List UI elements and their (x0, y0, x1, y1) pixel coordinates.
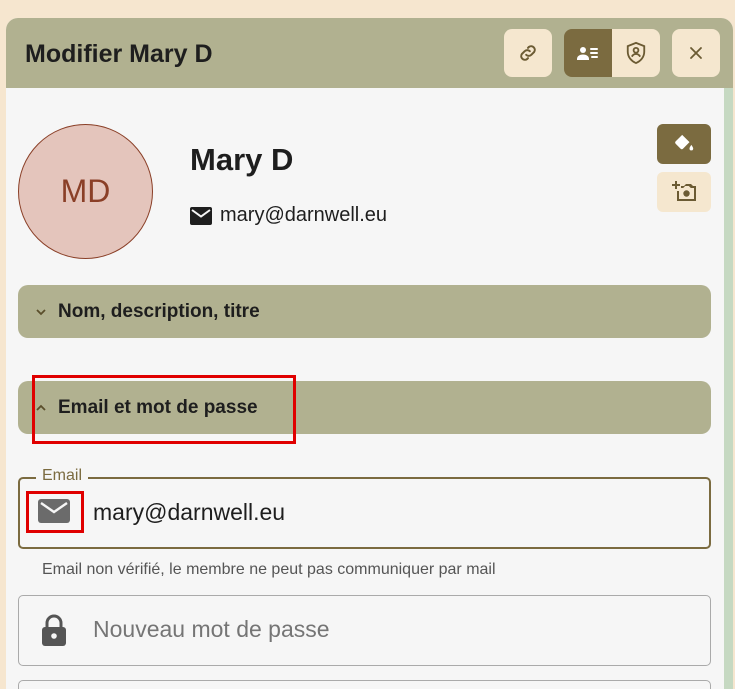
section-label: Email et mot de passe (58, 396, 258, 418)
change-color-button[interactable] (657, 124, 711, 164)
chevron-up-icon (36, 404, 46, 411)
contact-card-icon (577, 47, 598, 60)
mail-icon (38, 499, 70, 528)
confirm-password-field[interactable] (18, 680, 711, 689)
mail-icon (190, 206, 212, 225)
new-password-input[interactable] (93, 616, 653, 643)
lock-icon (40, 613, 68, 652)
edit-member-dialog: Modifier Mary D MD Mary D mary@darnwell.… (6, 18, 733, 689)
section-name-description[interactable]: Nom, description, titre (18, 285, 711, 338)
email-helper-text: Email non vérifié, le membre ne peut pas… (42, 561, 496, 578)
shield-user-icon (626, 41, 646, 65)
add-photo-icon (672, 181, 696, 201)
close-button[interactable] (672, 29, 720, 77)
view-toggle (564, 29, 660, 77)
profile-tab[interactable] (564, 29, 612, 77)
section-email-password[interactable]: Email et mot de passe (18, 381, 711, 434)
paint-bucket-icon (675, 134, 694, 151)
chevron-down-icon (36, 308, 46, 315)
scrollbar[interactable] (724, 88, 733, 689)
link-icon (520, 45, 536, 61)
member-email-row: mary@darnwell.eu (190, 204, 387, 227)
email-field-label: Email (36, 467, 89, 485)
close-icon (690, 47, 702, 59)
copy-link-button[interactable] (504, 29, 552, 77)
security-tab[interactable] (612, 29, 660, 77)
email-input[interactable]: mary@darnwell.eu (93, 499, 285, 526)
member-name: Mary D (190, 142, 294, 177)
avatar-initials: MD (60, 173, 111, 209)
member-email: mary@darnwell.eu (220, 204, 388, 226)
dialog-header: Modifier Mary D (6, 18, 733, 88)
section-label: Nom, description, titre (58, 300, 260, 322)
dialog-title: Modifier Mary D (25, 40, 213, 68)
avatar: MD (18, 124, 153, 259)
add-photo-button[interactable] (657, 172, 711, 212)
